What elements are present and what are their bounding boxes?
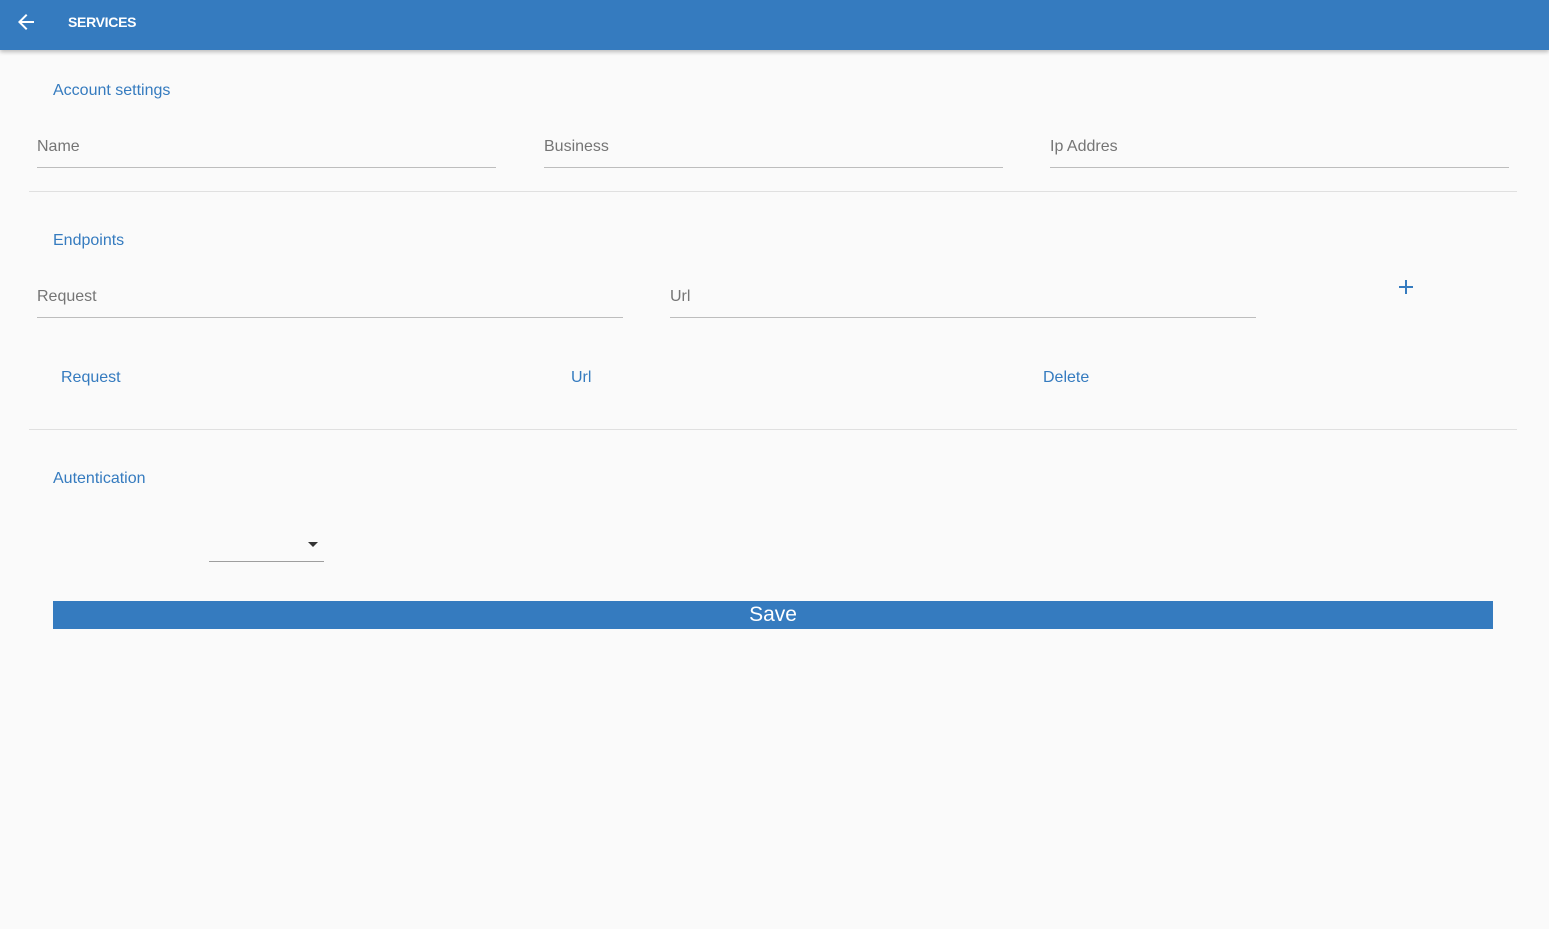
back-button[interactable]: [14, 10, 38, 34]
request-input[interactable]: [37, 281, 623, 313]
ip-address-input[interactable]: [1050, 131, 1509, 163]
business-input[interactable]: [544, 131, 1003, 163]
column-header-request: Request: [61, 369, 121, 386]
plus-icon: [1399, 280, 1413, 294]
business-field[interactable]: [544, 131, 1003, 168]
name-field[interactable]: [37, 131, 496, 168]
page-title: SERVICES: [68, 14, 137, 30]
arrow-left-icon: [18, 14, 34, 30]
authentication-title: Autentication: [53, 470, 146, 487]
endpoints-title: Endpoints: [53, 232, 125, 249]
url-input[interactable]: [670, 281, 1256, 313]
request-field[interactable]: [37, 281, 623, 318]
ip-address-field[interactable]: [1050, 131, 1509, 168]
divider: [29, 429, 1517, 430]
column-header-delete: Delete: [1043, 369, 1090, 386]
caret-down-icon: [308, 542, 318, 547]
add-endpoint-button[interactable]: [1394, 275, 1418, 299]
account-settings-title: Account settings: [53, 82, 171, 99]
app-bar: SERVICES: [0, 0, 1549, 50]
url-field[interactable]: [670, 281, 1256, 318]
column-header-url: Url: [571, 369, 592, 386]
name-input[interactable]: [37, 131, 496, 163]
save-button[interactable]: Save: [53, 601, 1493, 629]
divider: [29, 191, 1517, 192]
authentication-select[interactable]: [209, 530, 324, 562]
